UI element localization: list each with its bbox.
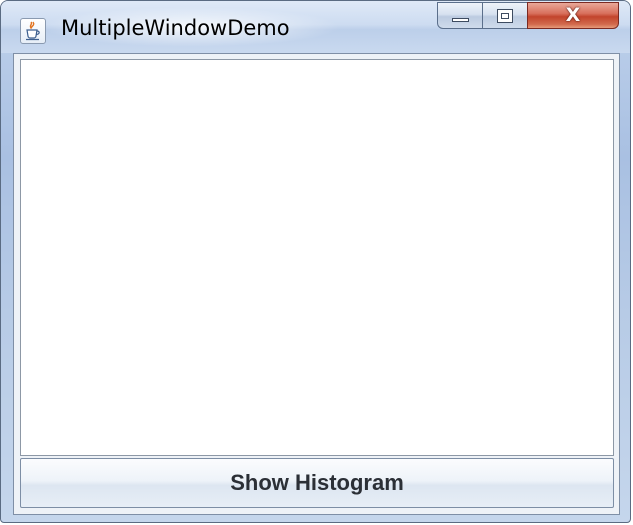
show-histogram-button[interactable]: Show Histogram [20, 458, 614, 508]
title-bar[interactable]: MultipleWindowDemo X [1, 1, 630, 53]
minimize-button[interactable] [437, 2, 483, 29]
close-icon: X [565, 4, 581, 26]
caption-buttons: X [437, 2, 619, 30]
drawing-panel [20, 59, 614, 456]
java-coffee-cup-icon[interactable] [20, 18, 46, 44]
maximize-button[interactable] [482, 2, 528, 29]
content-pane: Show Histogram [13, 53, 620, 515]
window-title: MultipleWindowDemo [61, 16, 290, 40]
close-button[interactable]: X [527, 2, 619, 29]
app-window: MultipleWindowDemo X Show Histogram [0, 0, 631, 523]
minimize-icon [452, 18, 469, 22]
maximize-icon [497, 9, 513, 23]
